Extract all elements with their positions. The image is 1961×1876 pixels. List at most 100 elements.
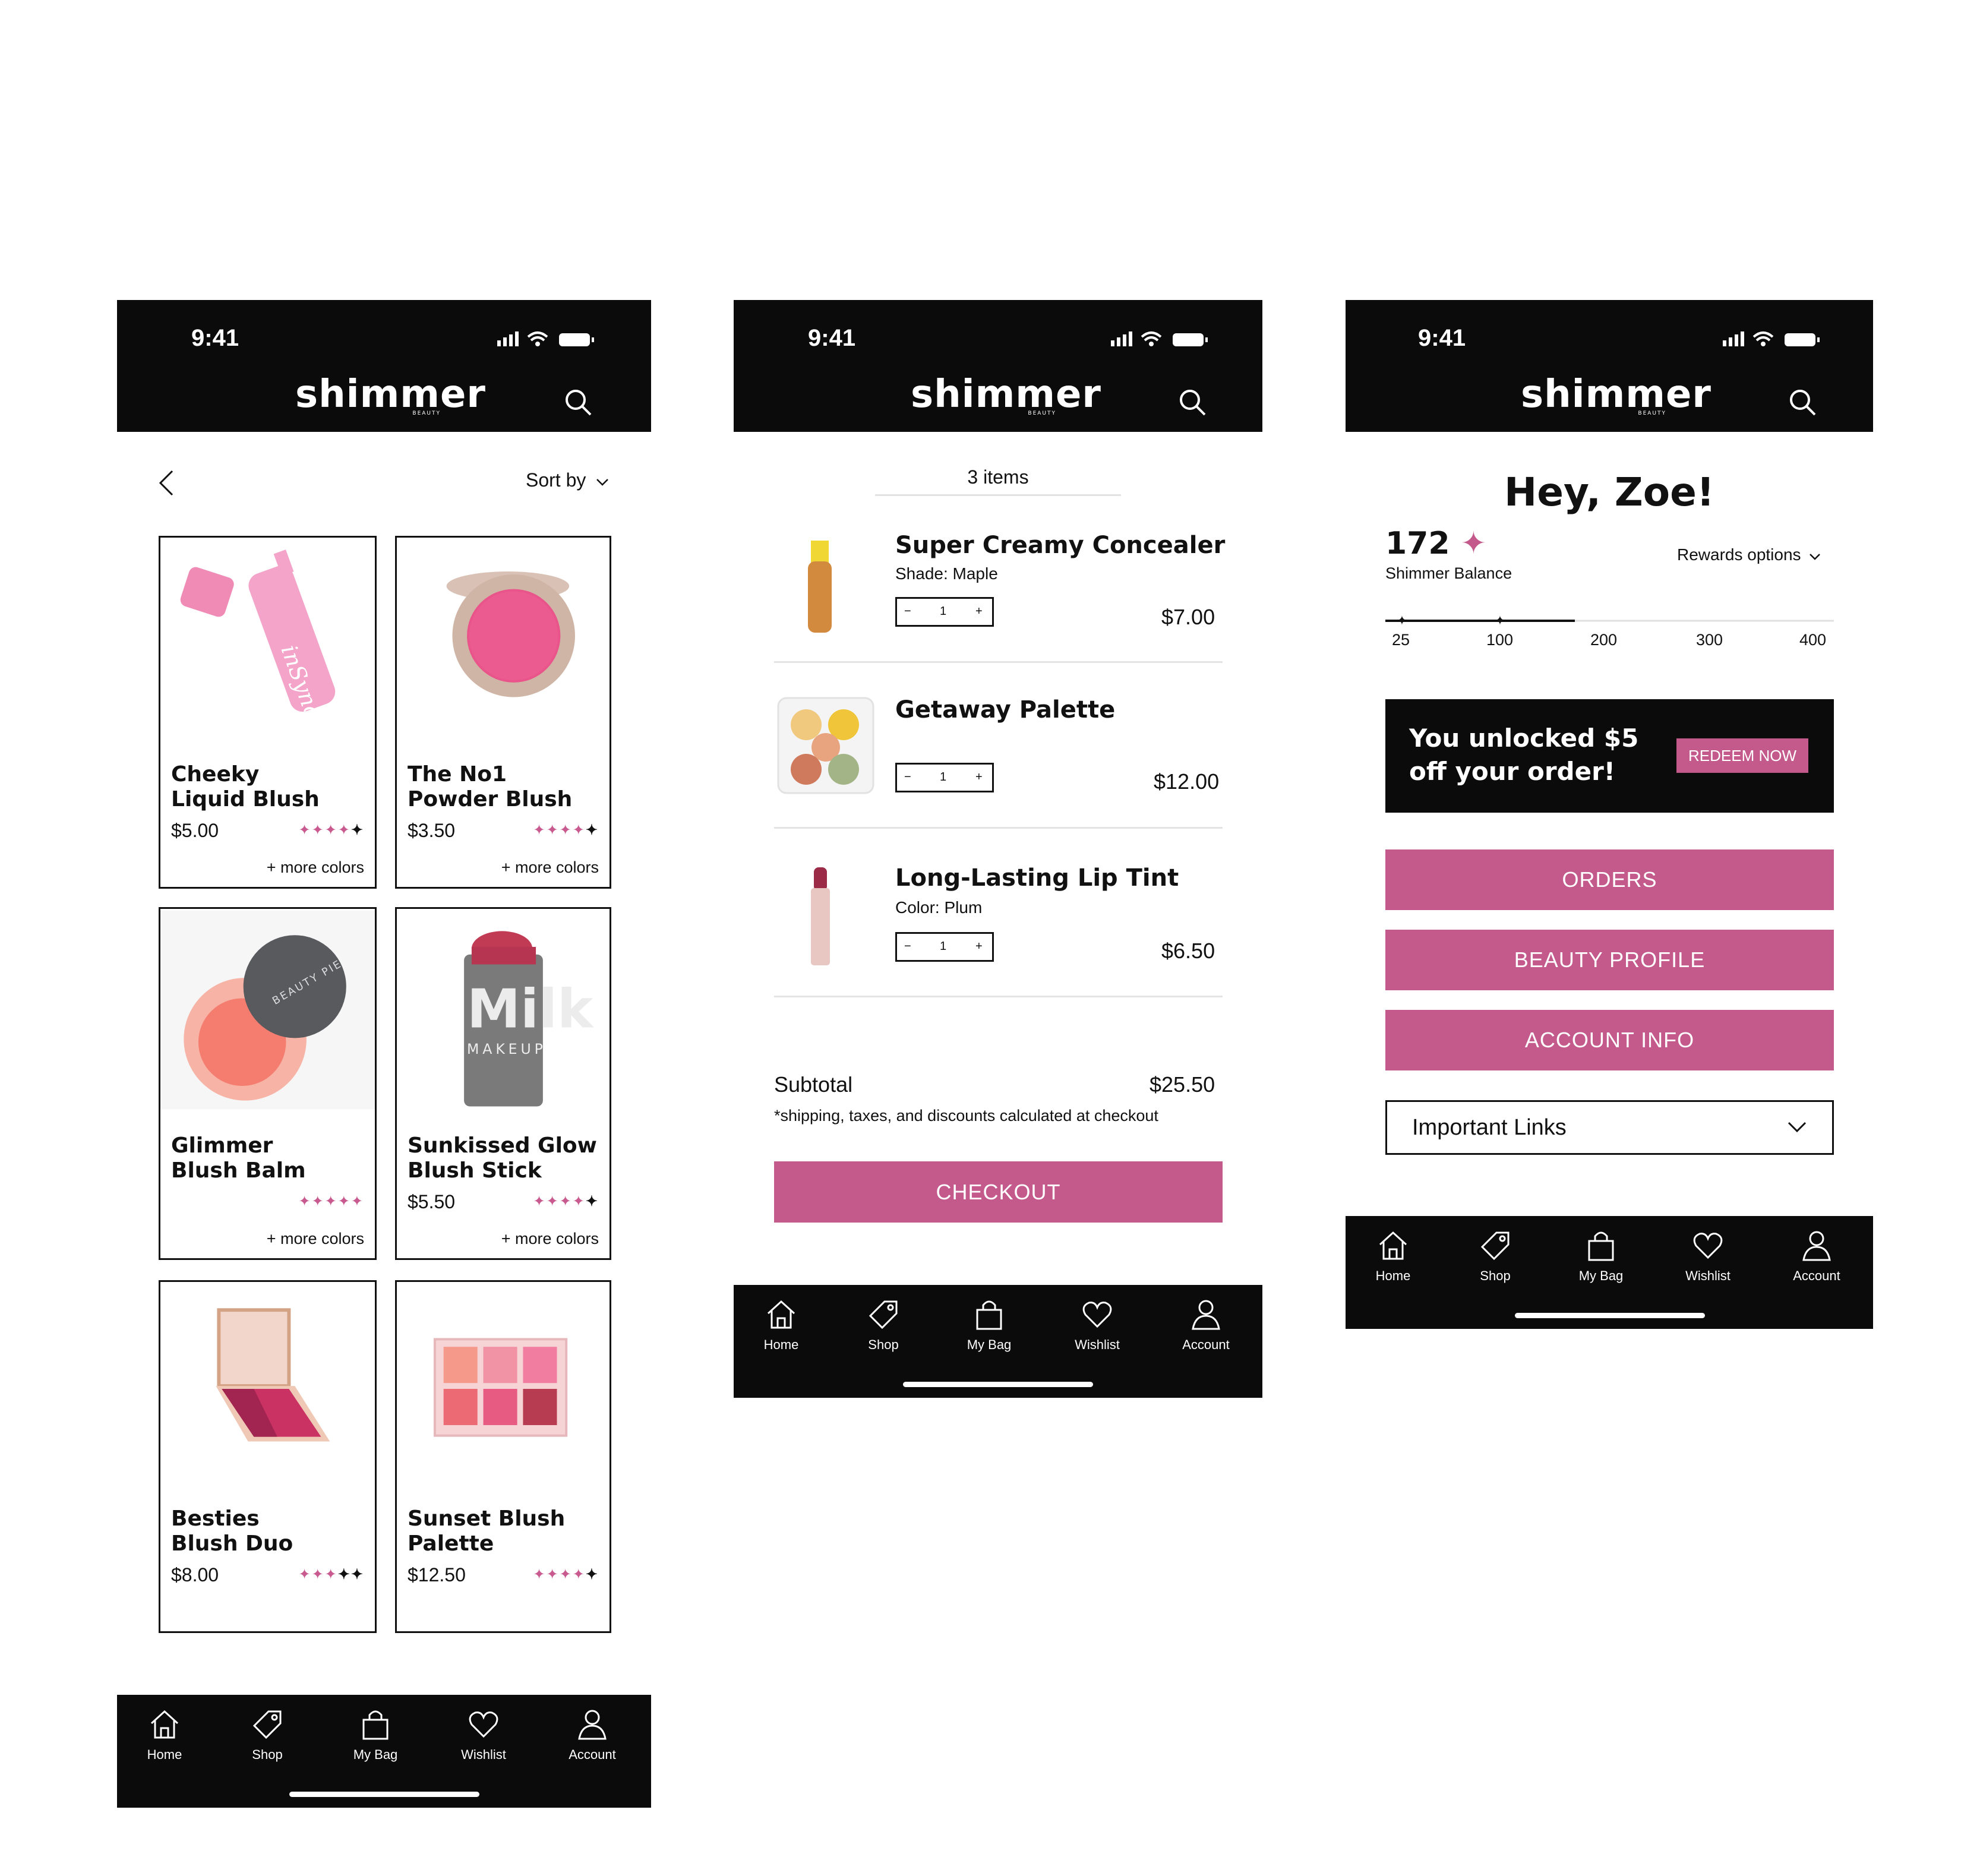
tag-icon xyxy=(869,1300,898,1329)
rating-stars: ✦✦✦✦✦ xyxy=(298,1193,364,1209)
chevron-down-icon xyxy=(1788,1122,1807,1133)
quantity-stepper[interactable]: −1 + xyxy=(895,597,994,627)
brand-logo[interactable]: shimmer BEAUTY xyxy=(1521,372,1711,416)
nav-wishlist[interactable]: Wishlist xyxy=(1059,1298,1136,1353)
user-icon xyxy=(1192,1300,1220,1330)
search-icon[interactable] xyxy=(1788,388,1818,418)
product-image xyxy=(433,1338,568,1437)
tag-icon xyxy=(1480,1231,1510,1261)
nav-home[interactable]: Home xyxy=(1354,1229,1432,1284)
bag-header: 9:41 shimmer BEAUTY xyxy=(734,300,1262,432)
divider xyxy=(774,996,1223,997)
status-icons xyxy=(497,331,594,346)
item-detail: Color: Plum xyxy=(895,898,983,917)
tick-label: 25 xyxy=(1392,631,1410,649)
product-card[interactable]: Besties Blush Duo $8.00 ✦✦✦✦✦ xyxy=(159,1280,377,1633)
status-icons xyxy=(1111,331,1208,346)
nav-my-bag[interactable]: My Bag xyxy=(337,1708,414,1763)
home-indicator xyxy=(289,1792,479,1797)
product-image xyxy=(446,571,575,697)
balance-label: Shimmer Balance xyxy=(1385,564,1512,582)
user-icon xyxy=(1802,1231,1831,1261)
more-colors-link[interactable]: + more colors xyxy=(501,1230,599,1248)
svg-text:✦: ✦ xyxy=(1495,613,1505,628)
product-card[interactable]: Milk MAKEUP Sunkissed Glow Blush Stick $5… xyxy=(395,907,611,1260)
product-price: $5.50 xyxy=(408,1191,456,1212)
quantity-stepper[interactable]: −1 + xyxy=(895,763,994,792)
product-name: The No1 Powder Blush xyxy=(408,762,573,811)
item-price: $6.50 xyxy=(1161,939,1215,963)
product-thumb xyxy=(777,697,874,794)
nav-account[interactable]: Account xyxy=(1167,1298,1245,1353)
back-chevron-icon[interactable] xyxy=(157,468,175,498)
home-icon xyxy=(767,1300,795,1329)
more-colors-link[interactable]: + more colors xyxy=(501,858,599,877)
home-indicator xyxy=(903,1382,1093,1387)
promo-text: You unlocked $5 off your order! xyxy=(1409,724,1639,786)
item-detail: Shade: Maple xyxy=(895,564,998,583)
nav-wishlist[interactable]: Wishlist xyxy=(1669,1229,1747,1284)
search-icon[interactable] xyxy=(1178,388,1208,418)
checkout-button[interactable]: CHECKOUT xyxy=(774,1161,1223,1223)
more-colors-link[interactable]: + more colors xyxy=(267,1230,364,1248)
home-icon xyxy=(1379,1231,1407,1260)
redeem-now-button[interactable]: REDEEM NOW xyxy=(1676,738,1808,773)
product-name: Besties Blush Duo xyxy=(171,1507,293,1556)
subtotal-value: $25.50 xyxy=(1150,1072,1215,1097)
heart-icon xyxy=(1082,1302,1112,1328)
nav-my-bag[interactable]: My Bag xyxy=(950,1298,1028,1353)
product-thumb xyxy=(808,541,832,633)
nav-shop[interactable]: Shop xyxy=(845,1298,922,1353)
brand-logo[interactable]: shimmer BEAUTY xyxy=(911,372,1101,416)
rewards-options-dropdown[interactable]: Rewards options xyxy=(1677,545,1821,564)
tick-label: 200 xyxy=(1590,631,1618,649)
brand-logo[interactable]: shimmer BEAUTY xyxy=(295,372,485,416)
svg-text:MAKEUP: MAKEUP xyxy=(467,1041,547,1057)
product-name: Cheeky Liquid Blush xyxy=(171,762,320,811)
nav-wishlist[interactable]: Wishlist xyxy=(445,1708,522,1763)
promo-banner: You unlocked $5 off your order! REDEEM NO… xyxy=(1385,699,1834,813)
rating-stars: ✦✦✦✦✦ xyxy=(298,822,364,838)
important-links-dropdown[interactable]: Important Links xyxy=(1385,1100,1834,1155)
product-card[interactable]: BEAUTY PIE Glimmer Blush Balm ✦✦✦✦✦ + mor… xyxy=(159,907,377,1260)
nav-shop[interactable]: Shop xyxy=(1457,1229,1534,1284)
item-price: $7.00 xyxy=(1161,605,1215,629)
product-image: inSync xyxy=(180,549,336,722)
bottom-nav: Home Shop My Bag Wishlist Account xyxy=(117,1695,651,1808)
product-image: Milk MAKEUP xyxy=(464,931,594,1107)
shop-header: 9:41 shimmer BEAUTY xyxy=(117,300,651,432)
account-info-button[interactable]: ACCOUNT INFO xyxy=(1385,1010,1834,1070)
nav-home[interactable]: Home xyxy=(126,1708,203,1763)
tick-label: 100 xyxy=(1486,631,1514,649)
svg-text:✦: ✦ xyxy=(1397,613,1407,628)
orders-button[interactable]: ORDERS xyxy=(1385,849,1834,910)
nav-account[interactable]: Account xyxy=(1778,1229,1855,1284)
bag-icon xyxy=(362,1710,389,1740)
svg-text:Milk: Milk xyxy=(467,978,594,1041)
status-time: 9:41 xyxy=(191,325,239,351)
status-icons xyxy=(1723,331,1820,346)
product-card[interactable]: The No1 Powder Blush $3.50 ✦✦✦✦✦ + more c… xyxy=(395,536,611,889)
account-header: 9:41 shimmer BEAUTY xyxy=(1346,300,1873,432)
rating-stars: ✦✦✦✦✦ xyxy=(298,1567,364,1583)
product-name: Sunset Blush Palette xyxy=(408,1507,566,1556)
bag-icon xyxy=(976,1300,1002,1330)
nav-account[interactable]: Account xyxy=(554,1708,631,1763)
subtotal-label: Subtotal xyxy=(774,1072,853,1097)
nav-my-bag[interactable]: My Bag xyxy=(1562,1229,1640,1284)
search-icon[interactable] xyxy=(564,388,593,418)
product-card[interactable]: inSync Cheeky Liquid Blush $5.00 ✦✦✦✦✦ + … xyxy=(159,536,377,889)
item-name: Long-Lasting Lip Tint xyxy=(895,864,1179,892)
sparkle-icon: ✦ xyxy=(1460,526,1487,561)
more-colors-link[interactable]: + more colors xyxy=(267,858,364,877)
sort-by-dropdown[interactable]: Sort by xyxy=(526,469,609,491)
nav-home[interactable]: Home xyxy=(743,1298,820,1353)
bottom-nav: Home Shop My Bag Wishlist Account xyxy=(734,1285,1262,1398)
rating-stars: ✦✦✦✦✦ xyxy=(533,1567,599,1583)
beauty-profile-button[interactable]: BEAUTY PROFILE xyxy=(1385,930,1834,990)
bag-icon xyxy=(1588,1231,1614,1261)
product-image xyxy=(216,1308,330,1442)
product-card[interactable]: Sunset Blush Palette $12.50 ✦✦✦✦✦ xyxy=(395,1280,611,1633)
quantity-stepper[interactable]: −1 + xyxy=(895,932,994,962)
nav-shop[interactable]: Shop xyxy=(229,1708,306,1763)
